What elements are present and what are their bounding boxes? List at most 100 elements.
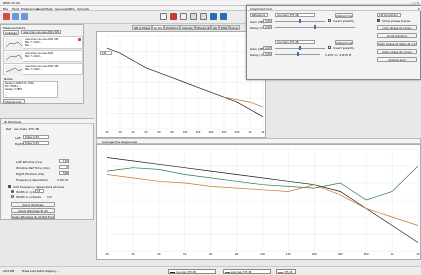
legend-label: sub-main 375 dB xyxy=(231,270,252,274)
left-window-type-select[interactable]: Tukey 0.25 xyxy=(23,135,49,139)
undo-tracking-button[interactable]: Undo tracking xyxy=(377,33,417,38)
invert2-label: Invert polarity xyxy=(333,46,355,50)
delay2-slider-thumb[interactable] xyxy=(297,52,299,56)
menu-uploads[interactable]: Uploads xyxy=(77,7,89,11)
right-window-ms-field[interactable]: 500 xyxy=(59,171,69,175)
measure-icon[interactable] xyxy=(3,13,10,20)
legend-item-2[interactable]: sub-main 375 dB xyxy=(223,269,271,274)
upper-graph-svg: 20 30 40 50 60 80 100 150 200 300 500 1k 2k xyxy=(105,35,265,134)
close-icon[interactable] xyxy=(78,38,81,41)
freq-dep-checkbox[interactable] xyxy=(8,185,11,188)
notes-box[interactable]: Sweep 2-19970 Hz, 256k Mic: UMIK-1 ... S… xyxy=(3,81,58,98)
menu-tools[interactable]: Tools xyxy=(12,7,19,11)
show-phase-checkbox[interactable] xyxy=(377,19,380,22)
menu-file[interactable]: File xyxy=(3,7,8,11)
left-window-ms-field[interactable]: 125 xyxy=(59,159,69,163)
levels-icon[interactable] xyxy=(170,13,177,20)
alignment-smoothing-select[interactable]: 1/6 smoothing xyxy=(377,13,401,17)
invert2-checkbox[interactable] xyxy=(328,46,331,49)
delay1-slider-thumb[interactable] xyxy=(314,25,316,29)
gain2-slider-thumb[interactable] xyxy=(299,46,301,50)
measurement-item-3[interactable]: new-main-rev-rew-2021 SPL Mar 7, 2020 ..… xyxy=(3,63,83,75)
collapse-button[interactable]: Collapse xyxy=(3,30,19,35)
x-tick-label: 30 xyxy=(131,252,135,256)
thumbnail-trace xyxy=(5,41,23,48)
tab-spl-phase[interactable]: SPL & Phase xyxy=(132,25,152,30)
tab-filtered-ir[interactable]: Filtered IR xyxy=(195,25,211,30)
x-tick-label: 60 xyxy=(157,130,161,134)
left-window-ms-label: Left Window (ms) xyxy=(16,160,43,164)
legend-label: 375 dB xyxy=(284,270,293,274)
alignment-meas1-select[interactable]: rev-main 375 dB xyxy=(275,13,315,17)
measurement-item-1[interactable]: new-main-rev-rew-2021 SPL Mar 7, 2020 ..… xyxy=(3,36,83,49)
rta-icon[interactable] xyxy=(200,13,207,20)
delay1-field[interactable]: 0.00 xyxy=(263,25,272,29)
width-cycles-radio[interactable] xyxy=(11,190,14,193)
tab-impulse[interactable]: Impulse xyxy=(180,25,195,30)
selected-measurement-field[interactable]: new-main-rev-rew-2021 SPL xyxy=(21,30,61,34)
lower-graph-panel: 20 30 40 50 60 80 100 150 200 300 500 1k 2k xyxy=(96,144,421,260)
import-icon[interactable] xyxy=(12,13,19,20)
x-tick-label: 80 xyxy=(235,252,239,256)
ir-windows-panel: IR Windows Ref rev-main 375 dB Left Tuke… xyxy=(0,118,95,220)
aligned-sum-button[interactable]: Aligned sum xyxy=(377,57,417,62)
eq-icon[interactable] xyxy=(210,13,217,20)
align-phase-cursor-button[interactable]: Align phase at cursor xyxy=(377,49,417,54)
alignment-mode-select[interactable]: Reference xyxy=(250,13,268,17)
width-cycles-field[interactable]: 15 xyxy=(35,189,44,193)
width-octaves-label: Width in octaves xyxy=(16,195,42,199)
ref-label: Ref xyxy=(6,127,11,131)
aligned-copy-button-1[interactable]: Aligned copy xyxy=(335,13,353,18)
menu-help[interactable]: Help xyxy=(46,7,53,11)
graph-tabs: SPL & Phase All SPL Distortion Impulse F… xyxy=(96,24,266,30)
align-phase-delay-button[interactable]: Align phase at delay at cursor xyxy=(377,41,417,46)
tab-decay[interactable]: Decay xyxy=(229,25,240,30)
alignment-titlebar: Alignment tool ✕ xyxy=(247,6,421,11)
measurement-thumbnail xyxy=(5,52,23,62)
delay2-field[interactable]: 0.00 xyxy=(263,52,272,56)
save-icon[interactable] xyxy=(21,13,28,20)
menu-generate[interactable]: Generate xyxy=(55,7,69,11)
x-tick-label: 40 xyxy=(131,130,135,134)
menu-preferences[interactable]: Preferences xyxy=(21,7,39,11)
apply-windows-all-button[interactable]: Apply Windows To All xyxy=(11,208,55,213)
x-tick-label: 80 xyxy=(170,130,174,134)
legend-item-3[interactable]: 375 dB xyxy=(276,269,296,274)
alignment-meas2-select[interactable]: rev-main 375 dB xyxy=(275,40,315,44)
gain2-field[interactable]: 0.00 xyxy=(263,46,272,50)
memory-readout: 1024 MiB xyxy=(3,270,15,273)
tab-gd[interactable]: GD xyxy=(211,25,219,30)
gain1-slider-thumb[interactable] xyxy=(299,19,301,23)
tab-distortion[interactable]: Distortion xyxy=(164,25,180,30)
menu-rta[interactable]: RTA xyxy=(69,7,75,11)
tab-rt60[interactable]: RT60 xyxy=(219,25,229,30)
measurement-item-2[interactable]: new-main-rev-rew-2021 Mar 7, 2020 ... xyxy=(3,50,83,62)
ir-windows-titlebar: IR Windows xyxy=(1,119,95,124)
width-octaves-value: 1/3 xyxy=(47,195,52,199)
alignment-close-icon[interactable]: ✕ xyxy=(417,7,420,11)
legend-item-1[interactable]: rev-main 375 dB xyxy=(168,269,216,274)
gain1-field[interactable]: 0.00 xyxy=(263,19,272,23)
window-ref-time-field[interactable]: 0 xyxy=(59,165,69,169)
preferences-icon[interactable] xyxy=(220,13,227,20)
x-tick-label: 500 xyxy=(235,130,240,134)
apply-windows-button[interactable]: Apply Windows xyxy=(11,202,55,207)
aligned-copy-button-2[interactable]: Aligned copy xyxy=(335,40,353,45)
x-tick-label: 2k xyxy=(416,252,420,256)
x-tick-label: 100 xyxy=(260,252,265,256)
apply-windows-ref-button[interactable]: Apply Windows To All Ref Time xyxy=(11,214,55,219)
tab-all-spl[interactable]: All SPL xyxy=(152,25,164,30)
invert1-checkbox[interactable] xyxy=(328,19,331,22)
window-title: REW V5.20 xyxy=(3,1,20,5)
lock-phase-button[interactable]: Lock phase at cursor xyxy=(377,25,417,30)
right-window-type-select[interactable]: Tukey 0.25 xyxy=(23,141,49,145)
scope-icon[interactable] xyxy=(190,13,197,20)
menu-graph[interactable]: Graph xyxy=(37,7,46,11)
measurement-mic: Mic: ... xyxy=(25,44,33,47)
spl-meter-icon[interactable] xyxy=(180,13,187,20)
ref-value: rev-main 375 dB xyxy=(14,127,39,131)
generator-icon[interactable] xyxy=(160,13,167,20)
width-octaves-radio[interactable] xyxy=(11,195,14,198)
change-cal-button[interactable]: Change Cal... xyxy=(3,99,25,104)
right-window-ms-label: Right Window (ms) xyxy=(16,172,45,176)
